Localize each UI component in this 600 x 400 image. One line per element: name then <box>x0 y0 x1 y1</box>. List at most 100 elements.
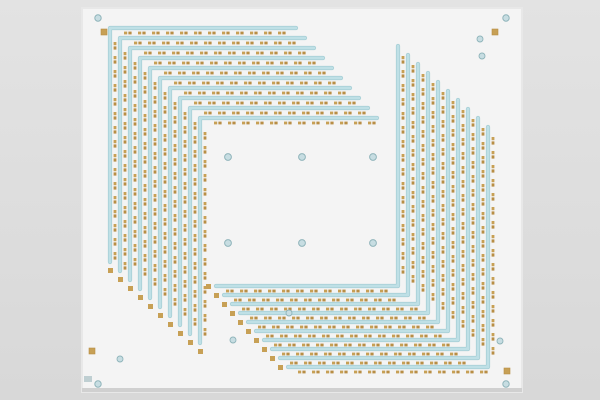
led-pad <box>193 304 197 308</box>
led-pad <box>411 139 415 143</box>
led-pad <box>461 240 465 244</box>
led-pad <box>411 107 415 111</box>
led-pad <box>113 126 117 130</box>
led-pad <box>153 278 157 282</box>
led-pad <box>294 61 298 65</box>
led-pad <box>316 370 320 374</box>
led-pad <box>242 307 246 311</box>
led-pad <box>344 370 348 374</box>
led-pad <box>166 41 170 45</box>
led-pad <box>441 218 445 222</box>
led-pad <box>401 74 405 78</box>
led-pad <box>163 208 167 212</box>
led-pad <box>401 186 405 190</box>
led-pad <box>434 361 438 365</box>
led-pad <box>461 278 465 282</box>
led-pad <box>481 146 485 150</box>
led-pad <box>183 308 187 312</box>
led-pad <box>302 307 306 311</box>
led-pad <box>442 343 446 347</box>
led-pad <box>342 352 346 356</box>
led-pad <box>254 316 258 320</box>
led-pad <box>190 51 194 55</box>
led-pad <box>183 210 187 214</box>
led-pad <box>266 298 270 302</box>
led-pad <box>143 100 147 104</box>
led-pad <box>133 178 137 182</box>
led-pad <box>411 205 415 209</box>
led-pad <box>183 154 187 158</box>
led-pad <box>153 268 157 272</box>
led-pad <box>384 289 388 293</box>
led-pad <box>264 316 268 320</box>
led-pad <box>183 266 187 270</box>
led-pad <box>193 136 197 140</box>
led-pad <box>358 111 362 115</box>
led-pad <box>436 352 440 356</box>
led-pad <box>342 325 346 329</box>
led-pad <box>322 361 326 365</box>
led-pad <box>252 298 256 302</box>
led-pad <box>232 41 236 45</box>
led-pad <box>282 101 286 105</box>
led-pad <box>308 334 312 338</box>
led-pad <box>203 146 207 150</box>
led-pad <box>133 258 137 262</box>
led-pad <box>461 170 465 174</box>
led-pad <box>421 270 425 274</box>
led-pad <box>123 210 127 214</box>
led-pad <box>320 316 324 320</box>
led-pad <box>451 147 455 151</box>
led-pad <box>491 235 495 239</box>
led-pad <box>441 96 445 100</box>
led-pad <box>163 134 167 138</box>
led-pad <box>123 84 127 88</box>
led-pad <box>133 160 137 164</box>
led-pad <box>431 171 435 175</box>
led-pad <box>441 288 445 292</box>
led-pad <box>203 178 207 182</box>
led-pad <box>481 244 485 248</box>
led-pad <box>123 94 127 98</box>
led-pad <box>412 325 416 329</box>
led-pad <box>384 352 388 356</box>
led-pad <box>173 298 177 302</box>
led-pad <box>491 169 495 173</box>
led-pad <box>264 41 268 45</box>
led-pad <box>414 307 418 311</box>
led-pad <box>431 181 435 185</box>
led-pad <box>183 294 187 298</box>
led-pad <box>133 104 137 108</box>
led-pad <box>224 71 228 75</box>
led-pad <box>296 91 300 95</box>
led-pad <box>133 94 137 98</box>
led-pad <box>421 256 425 260</box>
led-pad <box>471 161 475 165</box>
led-pad <box>193 210 197 214</box>
led-pad <box>228 61 232 65</box>
led-pad <box>471 137 475 141</box>
led-pad <box>133 150 137 154</box>
led-pad <box>203 202 207 206</box>
led-pad <box>441 162 445 166</box>
led-pad <box>204 111 208 115</box>
led-pad <box>113 196 117 200</box>
led-pad <box>300 352 304 356</box>
led-pad <box>143 216 147 220</box>
led-pad <box>431 111 435 115</box>
led-pad <box>431 157 435 161</box>
led-pad <box>360 298 364 302</box>
led-pad <box>328 81 332 85</box>
led-pad <box>431 279 435 283</box>
led-pad <box>481 272 485 276</box>
led-pad <box>374 361 378 365</box>
strip-connector-pad <box>214 293 219 298</box>
led-pad <box>380 316 384 320</box>
led-pad <box>376 343 380 347</box>
led-pad <box>123 56 127 60</box>
led-pad <box>362 111 366 115</box>
led-pad <box>226 31 230 35</box>
led-pad <box>153 138 157 142</box>
led-pad <box>113 84 117 88</box>
led-pad <box>142 31 146 35</box>
